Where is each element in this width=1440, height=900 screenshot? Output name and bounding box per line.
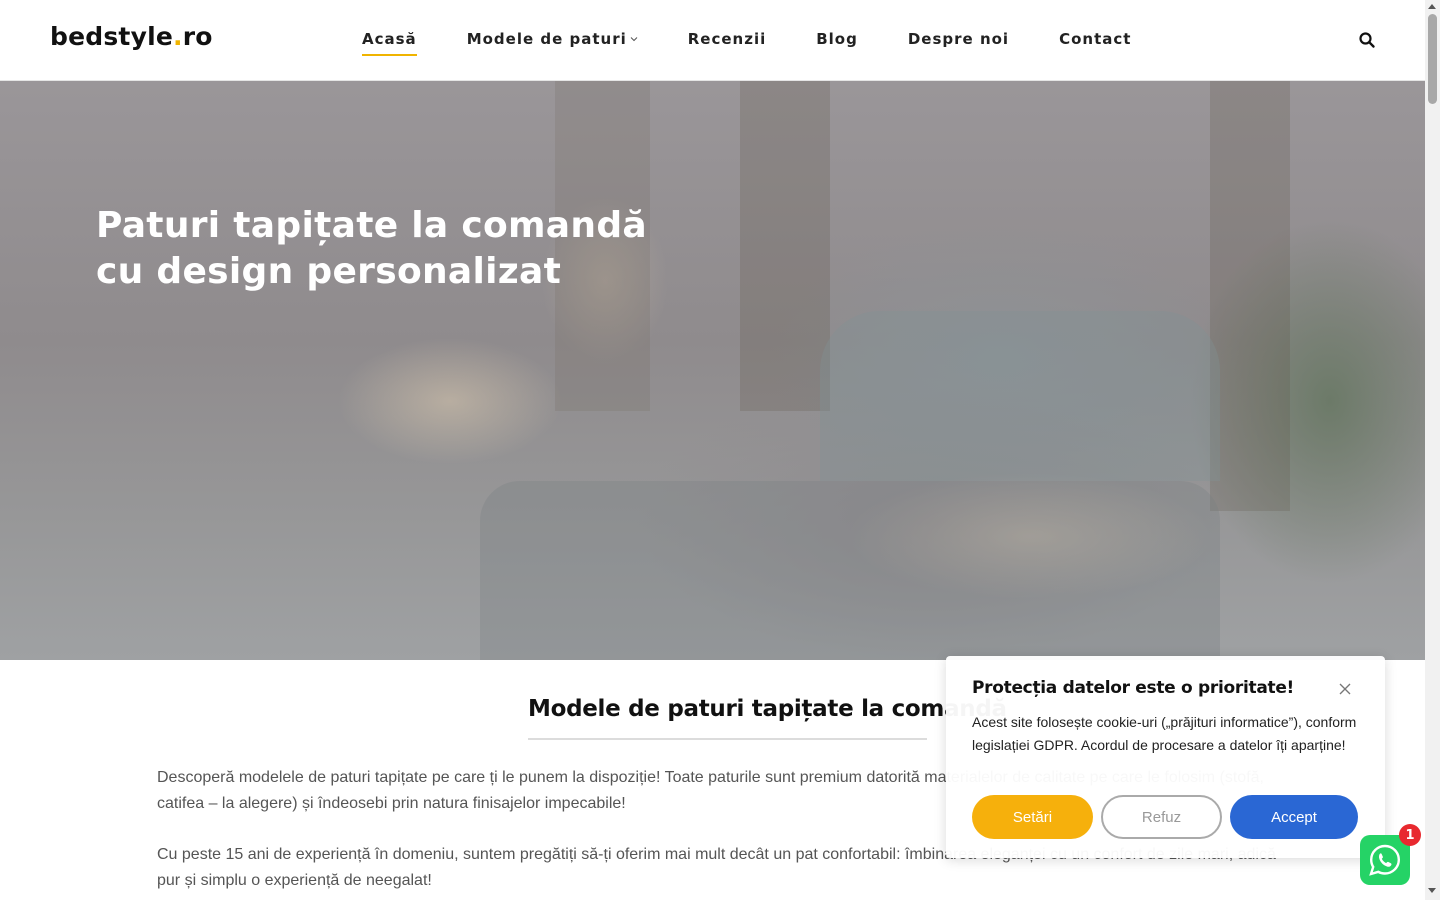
- cookie-accept-button[interactable]: Accept: [1230, 795, 1358, 839]
- nav-item-recenzii[interactable]: Recenzii: [688, 30, 766, 48]
- scroll-up-arrow-icon[interactable]: [1428, 4, 1436, 9]
- hero-banner: Paturi tapițate la comandă cu design per…: [0, 81, 1425, 660]
- search-icon[interactable]: [1358, 31, 1376, 49]
- site-logo[interactable]: bedstyle.ro: [50, 22, 213, 51]
- hero-title: Paturi tapițate la comandă cu design per…: [96, 203, 647, 295]
- section-divider: [528, 738, 927, 740]
- chevron-down-icon: [630, 37, 638, 42]
- section-title: Modele de paturi tapițate la comandă: [528, 696, 1007, 722]
- whatsapp-icon: [1369, 844, 1401, 876]
- nav-label: Recenzii: [687, 30, 767, 48]
- hero-bed: [480, 481, 1220, 660]
- scroll-thumb[interactable]: [1428, 14, 1437, 104]
- nav-item-contact[interactable]: Contact: [1059, 30, 1131, 48]
- nav-label: Despre noi: [907, 30, 1010, 48]
- scroll-down-arrow-icon[interactable]: [1428, 888, 1436, 893]
- close-icon[interactable]: [1338, 682, 1352, 696]
- nav-item-despre-noi[interactable]: Despre noi: [908, 30, 1009, 48]
- nav-label: Blog: [816, 30, 858, 48]
- hero-title-line: Paturi tapițate la comandă: [96, 205, 647, 246]
- cookie-consent-dialog: Protecția datelor este o prioritate! Ace…: [946, 656, 1385, 858]
- main-nav: Acasă Modele de paturi Recenzii Blog Des…: [362, 30, 1181, 56]
- nav-label: Modele de paturi: [466, 30, 627, 48]
- notification-badge: 1: [1399, 824, 1421, 846]
- hero-decor-panel: [740, 81, 830, 411]
- hero-decor-panel: [1210, 81, 1290, 511]
- cookie-settings-button[interactable]: Setări: [972, 795, 1093, 839]
- nav-item-modele-de-paturi[interactable]: Modele de paturi: [467, 30, 638, 48]
- cookie-refuse-button[interactable]: Refuz: [1101, 795, 1222, 839]
- hero-headboard: [820, 311, 1220, 481]
- nav-label: Contact: [1059, 30, 1132, 48]
- cookie-text: Acest site folosește cookie-uri („prăjit…: [972, 714, 1357, 753]
- site-header: bedstyle.ro Acasă Modele de paturi Recen…: [0, 0, 1425, 81]
- page-scrollbar[interactable]: [1425, 0, 1440, 900]
- hero-title-line: cu design personalizat: [96, 251, 562, 292]
- cookie-title: Protecția datelor este o prioritate!: [972, 678, 1295, 698]
- nav-item-blog[interactable]: Blog: [816, 30, 858, 48]
- nav-item-acasa[interactable]: Acasă: [362, 30, 417, 56]
- nav-label: Acasă: [362, 30, 417, 48]
